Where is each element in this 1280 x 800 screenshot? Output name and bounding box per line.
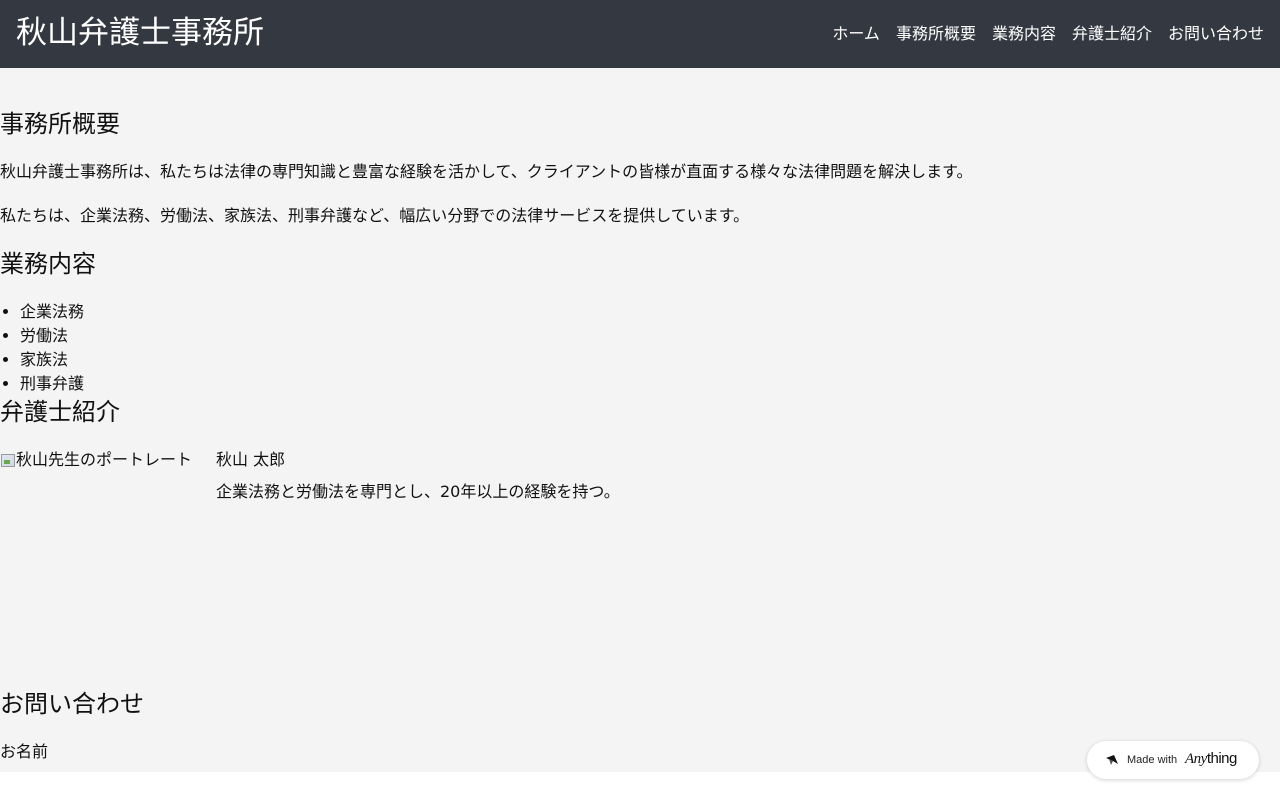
brand-name-rest: thing xyxy=(1206,750,1238,767)
nav-link-about[interactable]: 事務所概要 xyxy=(896,22,976,46)
main-nav: ホーム 事務所概要 業務内容 弁護士紹介 お問い合わせ xyxy=(832,22,1264,46)
site-header: 秋山弁護士事務所 ホーム 事務所概要 業務内容 弁護士紹介 お問い合わせ xyxy=(0,0,1280,68)
page: 秋山弁護士事務所 ホーム 事務所概要 業務内容 弁護士紹介 お問い合わせ 事務所… xyxy=(0,0,1280,772)
nav-link-services[interactable]: 業務内容 xyxy=(992,22,1056,46)
services-list: 企業法務 労働法 家族法 刑事弁護 xyxy=(0,300,84,396)
brand-name: Anything xyxy=(1185,749,1237,769)
portrait-alt-text: 秋山先生のポートレート xyxy=(16,450,193,469)
about-paragraph: 私たちは、企業法務、労働法、家族法、刑事弁護など、幅広い分野での法律サービスを提… xyxy=(0,206,750,225)
nav-link-home[interactable]: ホーム xyxy=(832,22,880,46)
nav-link-lawyers[interactable]: 弁護士紹介 xyxy=(1072,22,1152,46)
name-field-label: お名前 xyxy=(0,742,49,761)
made-with-label: Made with xyxy=(1127,754,1178,766)
list-item: 企業法務 xyxy=(20,300,84,324)
services-heading: 業務内容 xyxy=(0,250,96,278)
lawyer-name: 秋山 太郎 xyxy=(216,450,286,469)
nav-link-contact[interactable]: お問い合わせ xyxy=(1168,22,1264,46)
about-paragraph: 秋山弁護士事務所は、私たちは法律の専門知識と豊富な経験を活かして、クライアントの… xyxy=(0,162,973,181)
lawyer-card: 秋山先生のポートレート 秋山 太郎 企業法務と労働法を専門とし、20年以上の経験… xyxy=(0,448,1280,648)
site-title[interactable]: 秋山弁護士事務所 xyxy=(16,12,264,54)
lawyer-portrait: 秋山先生のポートレート xyxy=(0,448,200,648)
made-with-anything-badge[interactable]: Made with Anything xyxy=(1087,741,1259,779)
broken-image-icon xyxy=(0,452,16,468)
lawyer-description: 企業法務と労働法を専門とし、20年以上の経験を持つ。 xyxy=(216,482,620,501)
brand-name-italic: Any xyxy=(1185,751,1207,767)
contact-heading: お問い合わせ xyxy=(0,690,144,718)
list-item: 労働法 xyxy=(20,324,84,348)
anything-logo-icon xyxy=(1106,755,1118,765)
list-item: 刑事弁護 xyxy=(20,372,84,396)
about-heading: 事務所概要 xyxy=(0,110,120,138)
list-item: 家族法 xyxy=(20,348,84,372)
lawyers-heading: 弁護士紹介 xyxy=(0,398,120,426)
